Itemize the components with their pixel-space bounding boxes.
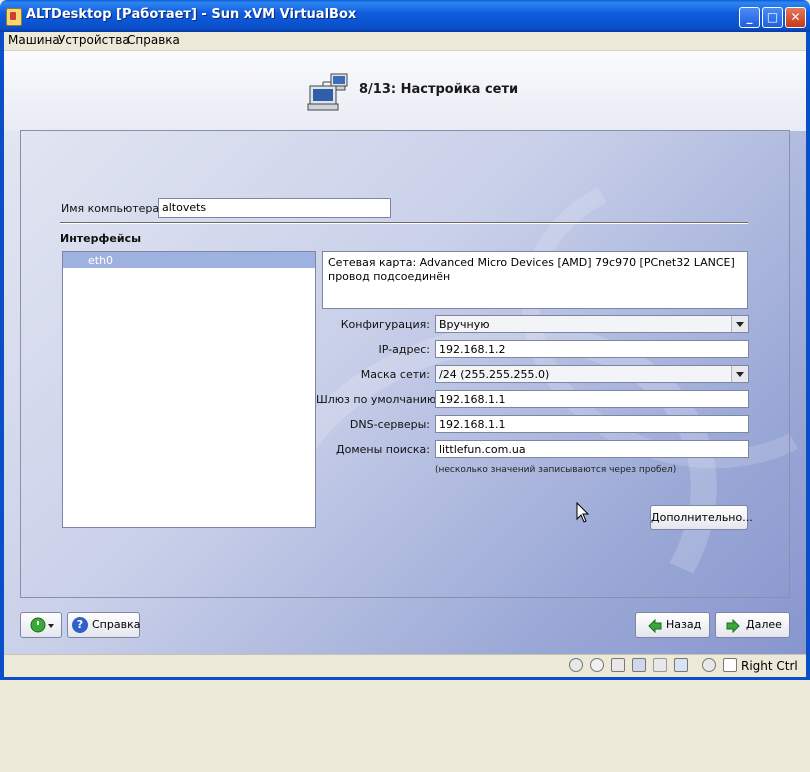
network-computers-icon (307, 73, 348, 111)
help-button-label: Справка (92, 618, 141, 631)
menu-devices[interactable]: Устройства (58, 33, 130, 47)
hard-disk-icon[interactable] (569, 658, 583, 672)
next-button-label: Далее (746, 618, 782, 631)
maximize-button[interactable]: □ (762, 7, 783, 28)
wizard-step-title: 8/13: Настройка сети (359, 82, 519, 97)
dns-label: DNS-серверы: (349, 418, 430, 431)
hostname-label: Имя компьютера: (61, 202, 163, 215)
maximize-icon: □ (766, 10, 779, 24)
menu-machine[interactable]: Машина (8, 33, 60, 47)
netmask-select-value: /24 (255.255.255.0) (439, 368, 550, 381)
config-select[interactable]: Вручную (435, 315, 749, 333)
back-button-label: Назад (666, 618, 702, 631)
close-button[interactable]: ✕ (785, 7, 806, 28)
shared-folders-icon[interactable] (674, 658, 688, 672)
power-icon (30, 617, 54, 633)
power-menu-button[interactable] (20, 612, 62, 638)
gateway-input[interactable]: 192.168.1.1 (435, 390, 749, 408)
minimize-button[interactable]: _ (739, 7, 760, 28)
interfaces-list[interactable] (62, 251, 316, 528)
config-label: Конфигурация: (340, 318, 430, 331)
network-card-info: Сетевая карта: Advanced Micro Devices [A… (322, 251, 748, 309)
virtualbox-app-icon[interactable] (6, 8, 22, 26)
interfaces-heading: Интерфейсы (60, 232, 142, 245)
next-button[interactable]: Далее (715, 612, 790, 638)
floppy-icon[interactable] (611, 658, 625, 672)
cd-dvd-icon[interactable] (590, 658, 604, 672)
minimize-icon: _ (746, 10, 753, 24)
arrow-left-icon (648, 619, 662, 633)
config-select-value: Вручную (439, 318, 490, 331)
close-icon: ✕ (790, 10, 801, 24)
search-domains-input[interactable]: littlefun.com.ua (435, 440, 749, 458)
ip-address-input[interactable]: 192.168.1.2 (435, 340, 749, 358)
card-status-line: провод подсоединён (328, 270, 451, 283)
host-key-icon[interactable] (723, 658, 737, 672)
list-item-label: eth0 (88, 254, 114, 267)
separator (60, 222, 748, 224)
netmask-label: Маска сети: (360, 368, 430, 381)
ip-label: IP-адрес: (378, 343, 430, 356)
advanced-button[interactable]: Дополнительно... (650, 505, 753, 530)
help-button[interactable]: ? Справка (67, 612, 140, 638)
mouse-cursor-icon (576, 502, 590, 523)
help-icon: ? (72, 617, 88, 633)
network-adapter-icon[interactable] (632, 658, 646, 672)
window-title: ALTDesktop [Работает] - Sun xVM VirtualB… (26, 7, 357, 22)
arrow-right-icon (726, 619, 740, 633)
gateway-label: Шлюз по умолчанию: (316, 393, 440, 406)
back-button[interactable]: Назад (635, 612, 710, 638)
card-info-line: Сетевая карта: Advanced Micro Devices [A… (328, 256, 735, 269)
menu-help[interactable]: Справка (127, 33, 180, 47)
dns-servers-input[interactable]: 192.168.1.1 (435, 415, 749, 433)
host-key-label: Right Ctrl (741, 659, 798, 673)
search-domains-hint: (несколько значений записываются через п… (435, 465, 677, 475)
chevron-down-icon[interactable] (731, 366, 748, 382)
usb-icon[interactable] (653, 658, 667, 672)
chevron-down-icon[interactable] (731, 316, 748, 332)
mouse-integration-icon[interactable] (702, 658, 716, 672)
search-domains-label: Домены поиска: (336, 443, 430, 456)
hostname-input[interactable]: altovets (158, 198, 391, 218)
netmask-select[interactable]: /24 (255.255.255.0) (435, 365, 749, 383)
